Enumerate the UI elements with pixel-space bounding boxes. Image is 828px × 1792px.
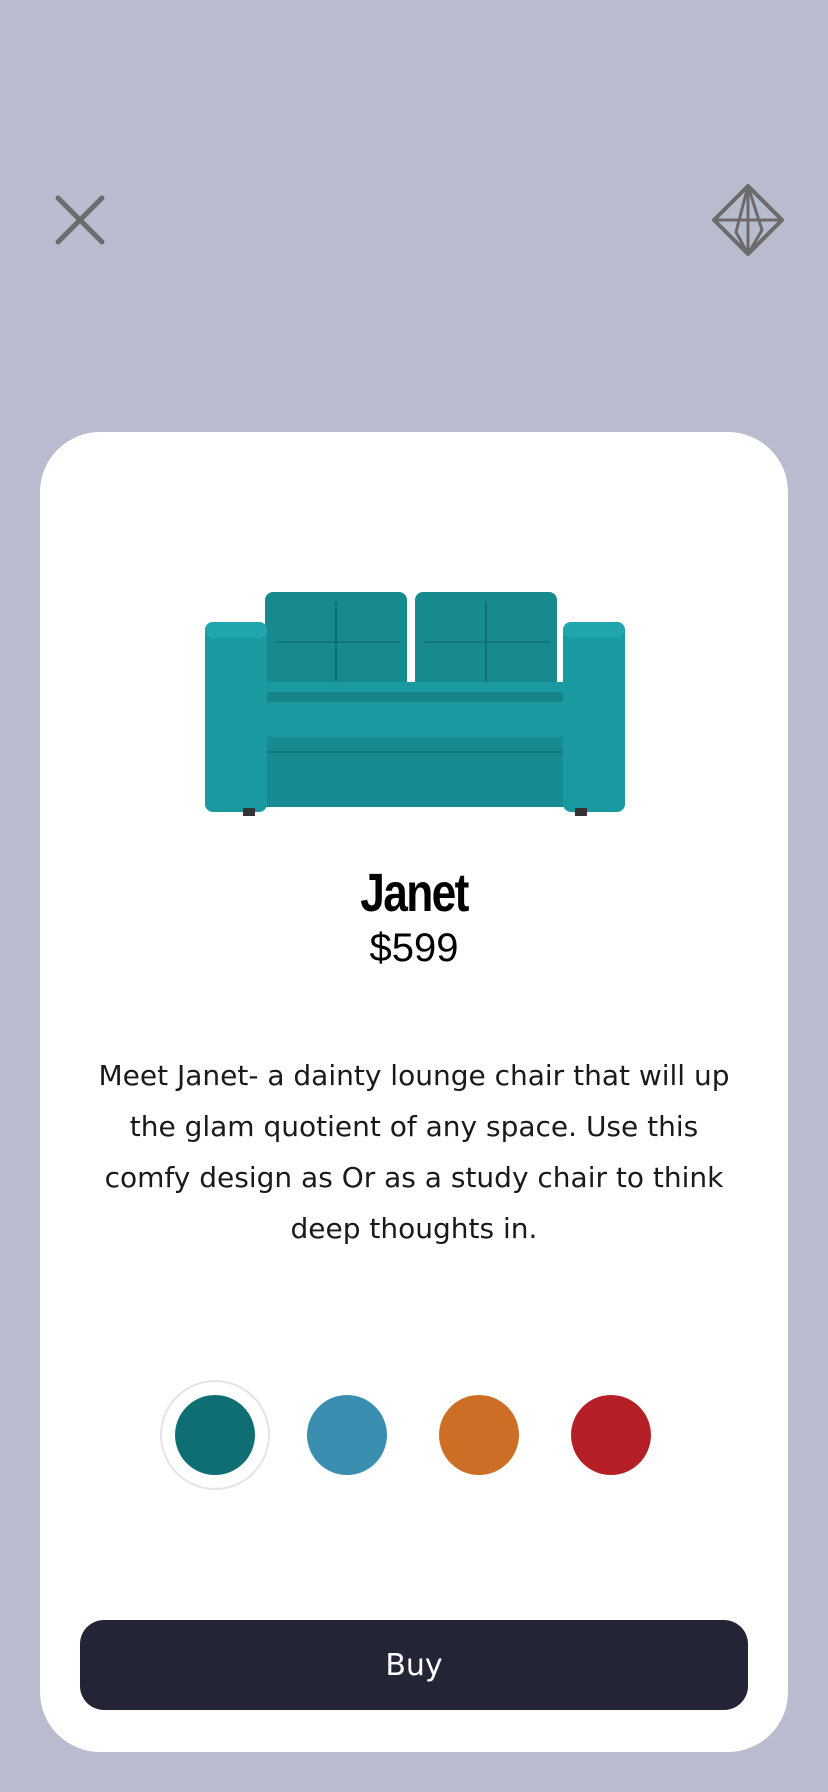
ar-cube-icon <box>712 184 784 256</box>
close-button[interactable] <box>40 180 120 260</box>
color-swatch <box>571 1395 651 1475</box>
product-description: Meet Janet- a dainty lounge chair that w… <box>98 1059 730 1245</box>
product-card: Janet $599 Meet Janet- a dainty lounge c… <box>40 432 788 1752</box>
color-option-blue[interactable] <box>292 1380 402 1490</box>
color-option-teal[interactable] <box>160 1380 270 1490</box>
color-option-red[interactable] <box>556 1380 666 1490</box>
color-swatch <box>175 1395 255 1475</box>
color-option-orange[interactable] <box>424 1380 534 1490</box>
buy-button[interactable]: Buy <box>80 1620 748 1710</box>
color-swatch <box>439 1395 519 1475</box>
product-price: $599 <box>369 926 459 970</box>
ar-view-button[interactable] <box>708 180 788 260</box>
color-selector <box>40 1380 788 1490</box>
product-name: Janet <box>360 863 469 923</box>
sofa-image <box>205 592 625 816</box>
color-swatch <box>307 1395 387 1475</box>
close-icon <box>55 195 105 245</box>
